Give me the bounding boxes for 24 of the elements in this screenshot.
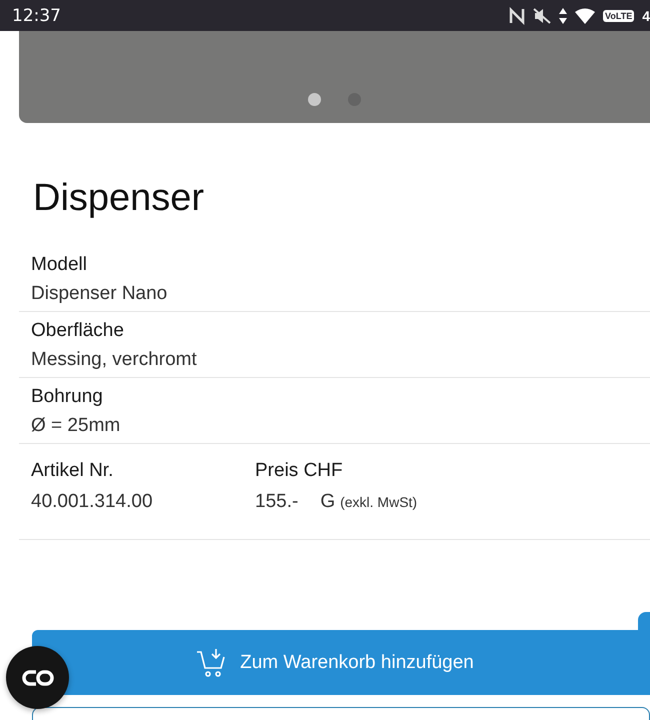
- product-title: Dispenser: [33, 177, 206, 220]
- spec-label: Bohrung: [31, 386, 104, 408]
- price-label: Preis CHF: [255, 460, 344, 482]
- mute-icon: [533, 8, 552, 24]
- add-to-cart-button[interactable]: Zum Warenkorb hinzufügen: [32, 630, 650, 695]
- spec-label: Oberfläche: [31, 320, 125, 342]
- price-value: 155.-: [255, 491, 298, 513]
- data-arrows-icon: [559, 8, 568, 24]
- price-code: G: [320, 491, 336, 513]
- article-number: 40.001.314.00: [31, 491, 154, 513]
- carousel-dot[interactable]: [308, 93, 321, 106]
- wifi-icon: [575, 8, 596, 24]
- spec-value: Messing, verchromt: [31, 349, 198, 371]
- article-label: Artikel Nr.: [31, 460, 114, 482]
- network-type: 4: [642, 8, 650, 24]
- volte-badge: VoLTE: [603, 10, 634, 22]
- accessibility-button[interactable]: [6, 646, 69, 709]
- link-icon: [22, 668, 54, 686]
- clock: 12:37: [12, 6, 62, 26]
- spec-label: Modell: [31, 254, 88, 276]
- nfc-icon: [509, 6, 526, 24]
- spec-value: Ø = 25mm: [31, 415, 122, 437]
- spec-value: Dispenser Nano: [31, 283, 168, 305]
- tax-note: (exkl. MwSt): [340, 494, 418, 510]
